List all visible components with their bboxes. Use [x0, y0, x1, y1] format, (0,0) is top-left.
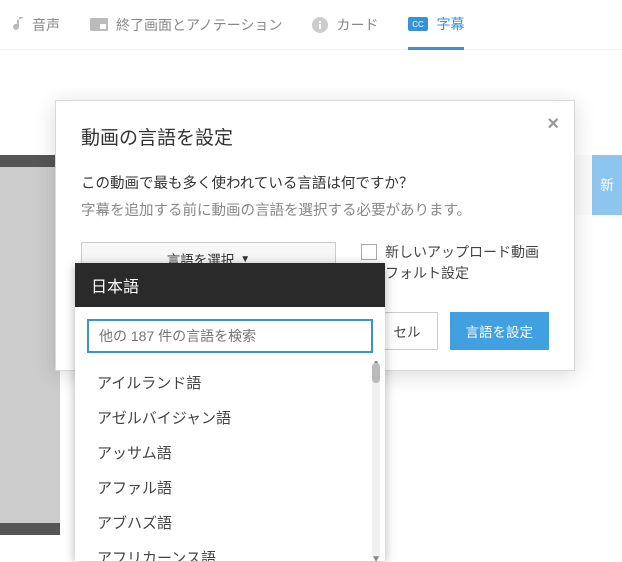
default-upload-checkbox[interactable]: 新しいアップロード動画 フォルト設定	[361, 242, 539, 284]
modal-title: 動画の言語を設定	[81, 123, 549, 150]
scroll-down-icon[interactable]: ▼	[371, 554, 381, 561]
dropdown-item[interactable]: アフリカーンス語	[75, 540, 385, 561]
dropdown-search-wrap	[75, 307, 385, 361]
close-icon[interactable]: ×	[547, 113, 559, 136]
tab-endscreen[interactable]: 終了画面とアノテーション	[90, 0, 282, 49]
language-search-input[interactable]	[87, 319, 373, 353]
dropdown-list: アイルランド語 アゼルバイジャン語 アッサム語 アファル語 アブハズ語 アフリカ…	[75, 361, 385, 561]
new-language-button-peek[interactable]: 新	[592, 155, 622, 215]
tab-label: 音声	[32, 15, 60, 35]
tabbar: 音声 終了画面とアノテーション カード CC 字幕	[0, 0, 622, 50]
dropdown-header[interactable]: 日本語	[75, 263, 385, 307]
tab-audio[interactable]: 音声	[10, 0, 60, 49]
dropdown-item[interactable]: アゼルバイジャン語	[75, 400, 385, 435]
peek-label: 新	[600, 175, 614, 195]
tab-label: 終了画面とアノテーション	[116, 15, 282, 35]
cc-icon: CC	[408, 17, 428, 31]
dropdown-item[interactable]: アッサム語	[75, 435, 385, 470]
music-note-icon	[10, 17, 24, 33]
video-thumbnail	[0, 155, 60, 535]
dropdown-item[interactable]: アイルランド語	[75, 365, 385, 400]
info-icon	[312, 17, 328, 33]
dropdown-item[interactable]: アブハズ語	[75, 505, 385, 540]
endscreen-icon	[90, 18, 108, 31]
modal-question: この動画で最も多く使われている言語は何ですか？	[81, 172, 549, 193]
language-dropdown: 日本語 アイルランド語 アゼルバイジャン語 アッサム語 アファル語 アブハズ語 …	[75, 263, 385, 561]
modal-subtitle: 字幕を追加する前に動画の言語を選択する必要があります。	[81, 199, 549, 220]
dropdown-item[interactable]: アファル語	[75, 470, 385, 505]
tab-label: カード	[336, 15, 378, 35]
tab-label: 字幕	[436, 14, 464, 34]
cancel-button[interactable]: セル	[377, 312, 438, 350]
tab-subtitles[interactable]: CC 字幕	[408, 1, 464, 50]
checkbox-label: 新しいアップロード動画 フォルト設定	[385, 242, 539, 284]
scroll-track[interactable]	[372, 363, 380, 559]
dropdown-scrollbar[interactable]: ▲ ▼	[369, 361, 383, 561]
svg-text:CC: CC	[413, 20, 425, 29]
confirm-button[interactable]: 言語を設定	[450, 312, 550, 350]
checkbox-box[interactable]	[361, 244, 377, 260]
scroll-thumb[interactable]	[372, 363, 380, 383]
tab-cards[interactable]: カード	[312, 0, 378, 49]
